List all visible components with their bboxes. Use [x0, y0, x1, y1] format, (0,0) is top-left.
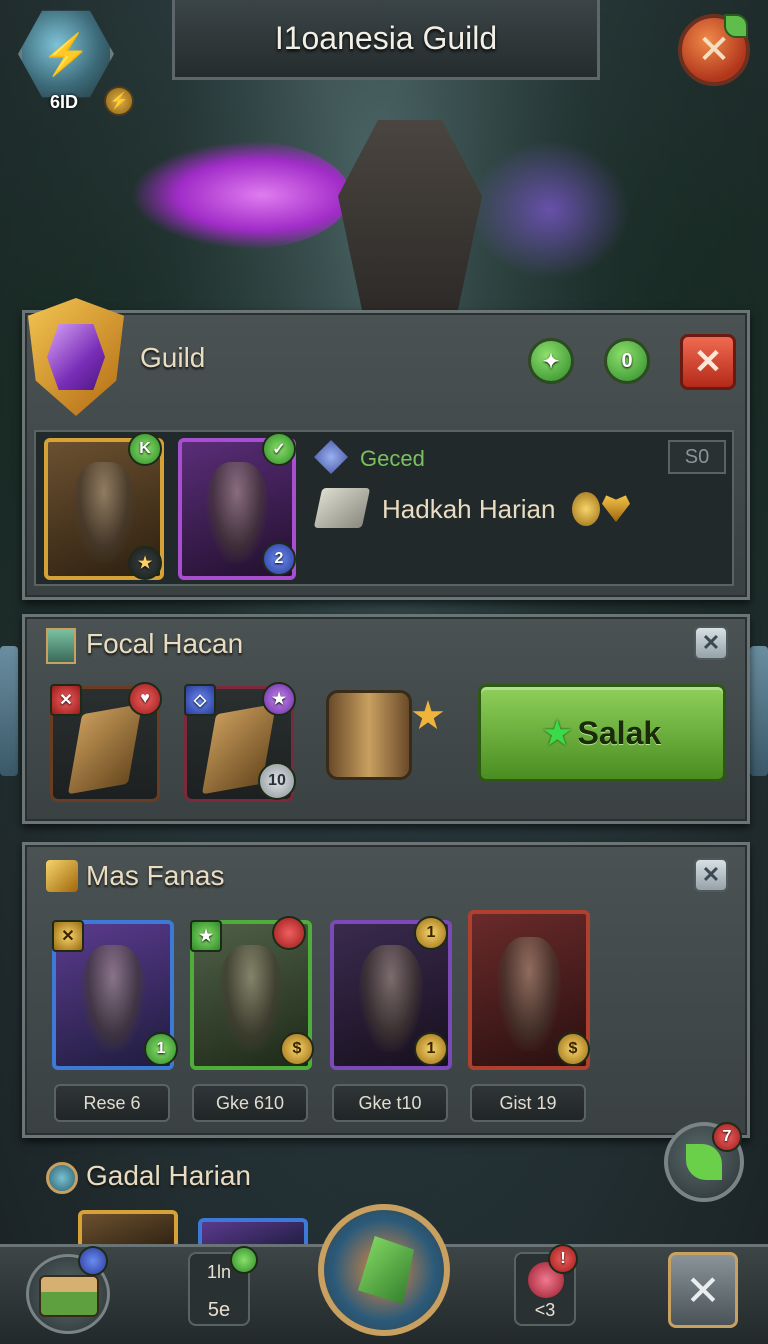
bottom-close-button[interactable]: ✕ [668, 1252, 738, 1328]
guild-status-value: S0 [668, 440, 726, 474]
guild-panel-title: Guild [140, 342, 206, 373]
focal-panel-title: Focal Hacan [86, 628, 244, 659]
heroes-panel-title: Mas Fanas [86, 860, 225, 891]
hero-label: Gist 19 [470, 1084, 586, 1122]
heroes-close-button[interactable]: ✕ [694, 858, 728, 892]
focal-panel-icon [46, 628, 76, 664]
salak-button-label: Salak [577, 714, 662, 751]
hero-rank-badge: K [128, 432, 162, 466]
hero-portrait [206, 462, 268, 563]
hero-class-flag: ★ [190, 920, 222, 952]
star-icon: ★ [542, 715, 572, 751]
rune-tablet-icon [67, 703, 143, 795]
item-type-badge: ◇ [184, 684, 216, 716]
guild-hero-art [130, 100, 630, 310]
chest-notify-badge [78, 1246, 108, 1276]
resource-green-badge [230, 1246, 258, 1274]
guild-leaf-button[interactable]: ✦ [528, 338, 574, 384]
close-icon: ✕ [685, 1266, 721, 1314]
focal-close-button[interactable]: ✕ [694, 626, 728, 660]
purple-gem-icon [47, 324, 105, 390]
hero-portrait [497, 936, 561, 1051]
green-crystal-icon [358, 1236, 414, 1304]
daily-section-title: Gadal Harian [86, 1160, 251, 1191]
item-type-badge: ✕ [50, 684, 82, 716]
hero-currency-badge: $ [556, 1032, 590, 1066]
hero-aura-art [470, 140, 630, 280]
resource-stat-bottom: 5e [207, 1299, 231, 1321]
guild-title: I1oanesia Guild [274, 20, 498, 56]
item-count-badge: 10 [258, 762, 296, 800]
guild-close-button[interactable]: ✕ [680, 334, 736, 390]
daily-quest-text: Hadkah Harian [382, 494, 556, 524]
player-level-text: 6ID [50, 92, 79, 112]
scroll-icon [313, 488, 371, 528]
heart-badge: ♥ [128, 682, 162, 716]
alert-badge: ! [548, 1244, 578, 1274]
right-side-tab[interactable] [750, 646, 768, 776]
hero-class-flag: ✕ [52, 920, 84, 952]
player-level-badge[interactable]: ⚡ 6ID ⚡ [18, 6, 134, 116]
hero-label: Gke t10 [332, 1084, 448, 1122]
star-badge: ★ [128, 546, 162, 580]
leaf-icon [724, 14, 748, 38]
hero-top-badge [272, 916, 306, 950]
hero-level-badge: 2 [262, 542, 296, 576]
hero-portrait [219, 945, 283, 1052]
notification-badge: 7 [712, 1122, 742, 1152]
hero-portrait [81, 945, 145, 1052]
hero-label: Rese 6 [54, 1084, 170, 1122]
guild-status-label: Geced [360, 446, 425, 471]
hero-top-badge: 1 [414, 916, 448, 950]
guild-title-plate: I1oanesia Guild [172, 0, 600, 80]
left-side-tab[interactable] [0, 646, 18, 776]
salak-action-button[interactable]: ★ Salak [478, 684, 726, 782]
potion-sub-label: <3 [534, 1300, 556, 1320]
hero-figure-art [338, 120, 482, 310]
hero-level-badge: 1 [414, 1032, 448, 1066]
hero-level-badge: 1 [144, 1032, 178, 1066]
purple-blade-art [130, 140, 350, 250]
chest-icon [39, 1275, 99, 1317]
top-close-button[interactable]: ✕ [678, 14, 750, 86]
daily-gear-icon [46, 1162, 78, 1194]
guild-count-button[interactable]: 0 [604, 338, 650, 384]
hero-portrait [72, 462, 136, 563]
hero-currency-badge: $ [280, 1032, 314, 1066]
hero-check-badge: ✓ [262, 432, 296, 466]
hero-portrait [359, 945, 423, 1052]
main-menu-emblem-button[interactable] [318, 1204, 450, 1336]
hero-label: Gke 610 [192, 1084, 308, 1122]
gold-coin-icon [572, 492, 600, 526]
treasure-barrel-icon [326, 690, 412, 780]
close-icon: ✕ [697, 28, 731, 72]
lightning-crystal-icon: ⚡ [18, 10, 114, 98]
green-leaf-icon [686, 1144, 722, 1180]
hero-cube-icon [46, 860, 78, 892]
star-badge: ★ [262, 682, 296, 716]
